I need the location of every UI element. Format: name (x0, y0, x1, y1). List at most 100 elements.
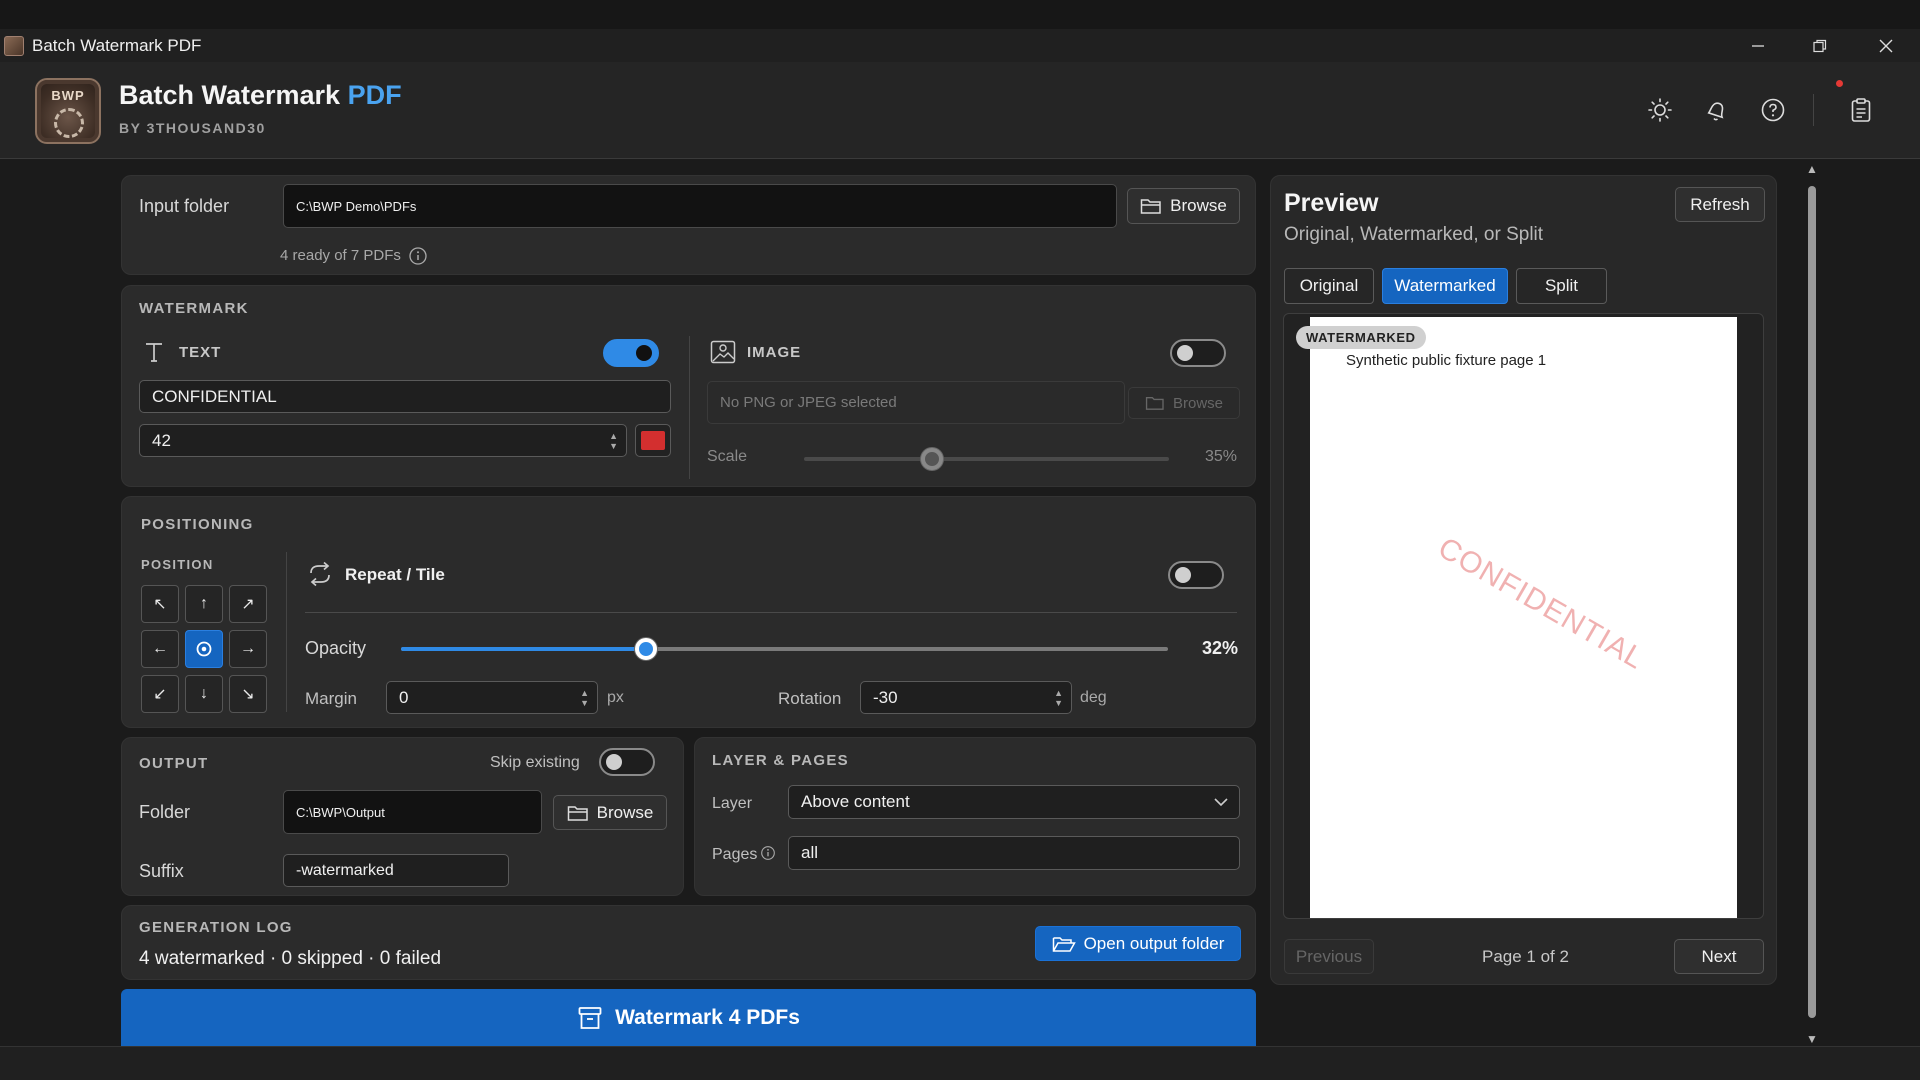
pages-input[interactable]: all (788, 836, 1240, 870)
help-button[interactable] (1758, 95, 1788, 125)
previous-page-label: Previous (1295, 946, 1363, 966)
watermark-text-input[interactable]: CONFIDENTIAL (139, 380, 671, 413)
image-watermark-toggle[interactable] (1170, 339, 1226, 367)
suffix-input[interactable]: -watermarked (283, 854, 509, 887)
preview-title: Preview (1284, 189, 1379, 217)
main-scrollbar[interactable]: ▲ ▼ (1805, 162, 1819, 1046)
margin-label: Margin (305, 689, 357, 708)
input-status: 4 ready of 7 PDFs (280, 247, 401, 264)
watermark-action-button[interactable]: Watermark 4 PDFs (121, 989, 1256, 1046)
next-page-button[interactable]: Next (1674, 939, 1764, 974)
position-left-button[interactable]: ← (141, 630, 179, 668)
watermark-section-title: WATERMARK (139, 300, 249, 317)
position-bottom-button[interactable]: ↓ (185, 675, 223, 713)
font-size-stepper[interactable]: 42 ▲ ▼ (139, 424, 627, 457)
image-file-placeholder: No PNG or JPEG selected (720, 394, 897, 411)
pdf-page: Synthetic public fixture page 1 CONFIDEN… (1310, 317, 1737, 918)
theme-toggle-button[interactable] (1645, 95, 1675, 125)
output-folder-value: C:\BWP\Output (296, 804, 385, 820)
margin-stepper[interactable]: 0 ▲ ▼ (386, 681, 598, 714)
page-indicator: Page 1 of 2 (1482, 947, 1569, 966)
opacity-value: 32% (1202, 638, 1239, 658)
stepper-arrows[interactable]: ▲ ▼ (609, 431, 618, 451)
text-color-chip (641, 431, 665, 450)
tab-watermarked[interactable]: Watermarked (1382, 268, 1508, 304)
output-panel: OUTPUT Skip existing Folder C:\BWP\Outpu… (121, 737, 684, 896)
tab-split-label: Split (1544, 276, 1579, 295)
image-watermark-label: IMAGE (747, 344, 802, 361)
position-center-button[interactable] (185, 630, 223, 668)
tab-original[interactable]: Original (1284, 268, 1374, 304)
window-titlebar: Batch Watermark PDF (0, 29, 1920, 62)
archive-icon (578, 1006, 602, 1029)
layer-select[interactable]: Above content (788, 785, 1240, 819)
layer-pages-panel: LAYER & PAGES Layer Above content Pages … (694, 737, 1256, 896)
layer-label: Layer (712, 795, 753, 812)
input-folder-field[interactable]: C:\BWP Demo\PDFs (283, 184, 1117, 228)
close-button[interactable] (1858, 29, 1914, 62)
bottom-bar (0, 1046, 1920, 1080)
image-browse-button[interactable]: Browse (1128, 387, 1240, 419)
layer-pages-section-title: LAYER & PAGES (712, 752, 849, 769)
output-browse-button[interactable]: Browse (553, 795, 667, 830)
input-panel: Input folder C:\BWP Demo\PDFs Browse 4 r… (121, 175, 1256, 275)
open-output-folder-button[interactable]: Open output folder (1035, 926, 1241, 961)
top-strip (0, 0, 1920, 29)
tab-split[interactable]: Split (1516, 268, 1607, 304)
text-watermark-toggle[interactable] (603, 339, 659, 367)
preview-canvas: Synthetic public fixture page 1 CONFIDEN… (1283, 313, 1764, 919)
position-bottom-right-button[interactable]: ↘ (229, 675, 267, 713)
app-title-main: Batch Watermark (119, 80, 341, 110)
input-browse-button[interactable]: Browse (1127, 188, 1240, 224)
notifications-button[interactable] (1701, 95, 1731, 125)
scrollbar-thumb[interactable] (1808, 186, 1816, 1018)
app-subtitle: BY 3THOUSAND30 (119, 120, 266, 136)
suffix-label: Suffix (139, 861, 184, 881)
scroll-down-arrow[interactable]: ▼ (1805, 1032, 1819, 1046)
skip-existing-toggle[interactable] (599, 748, 655, 776)
opacity-slider[interactable] (401, 638, 1168, 660)
clipboard-button[interactable] (1846, 95, 1876, 125)
input-folder-value: C:\BWP Demo\PDFs (296, 198, 417, 214)
stepper-arrows[interactable]: ▲ ▼ (1054, 688, 1063, 708)
refresh-label: Refresh (1690, 194, 1750, 214)
scroll-up-arrow[interactable]: ▲ (1805, 162, 1819, 176)
opacity-slider-thumb[interactable] (635, 638, 658, 660)
rotation-unit: deg (1080, 689, 1107, 706)
pages-value: all (801, 843, 819, 862)
text-color-swatch[interactable] (635, 424, 671, 457)
output-folder-field[interactable]: C:\BWP\Output (283, 790, 542, 834)
minimize-button[interactable] (1730, 29, 1786, 62)
position-bottom-left-button[interactable]: ↙ (141, 675, 179, 713)
image-file-field[interactable]: No PNG or JPEG selected (707, 381, 1125, 424)
scale-label: Scale (707, 448, 748, 465)
info-icon[interactable] (760, 845, 776, 861)
rotation-stepper[interactable]: -30 ▲ ▼ (860, 681, 1072, 714)
scale-slider[interactable] (804, 448, 1169, 470)
chevron-down-icon (1214, 798, 1228, 807)
position-top-left-button[interactable]: ↖ (141, 585, 179, 623)
app-title: Batch Watermark PDF (119, 80, 402, 111)
output-browse-label: Browse (596, 802, 654, 822)
opacity-slider-fill (401, 647, 647, 651)
stepper-arrows[interactable]: ▲ ▼ (580, 688, 589, 708)
scale-value: 35% (1205, 448, 1238, 465)
position-top-button[interactable]: ↑ (185, 585, 223, 623)
suffix-value: -watermarked (296, 861, 394, 879)
position-top-right-button[interactable]: ↗ (229, 585, 267, 623)
notification-dot (1836, 80, 1843, 87)
position-label: POSITION (141, 557, 214, 572)
repeat-tile-toggle[interactable] (1168, 561, 1224, 589)
window-title: Batch Watermark PDF (32, 35, 202, 55)
info-icon[interactable] (408, 246, 428, 266)
repeat-tile-label: Repeat / Tile (345, 565, 445, 584)
generation-log-panel: GENERATION LOG 4 watermarked · 0 skipped… (121, 905, 1256, 980)
margin-value: 0 (399, 687, 409, 707)
previous-page-button[interactable]: Previous (1284, 939, 1374, 974)
pdf-watermark-text: CONFIDENTIAL (1432, 531, 1650, 676)
restore-button[interactable] (1792, 29, 1848, 62)
scale-slider-thumb[interactable] (920, 448, 943, 470)
preview-subtitle: Original, Watermarked, or Split (1284, 224, 1544, 245)
position-right-button[interactable]: → (229, 630, 267, 668)
refresh-button[interactable]: Refresh (1675, 187, 1765, 222)
